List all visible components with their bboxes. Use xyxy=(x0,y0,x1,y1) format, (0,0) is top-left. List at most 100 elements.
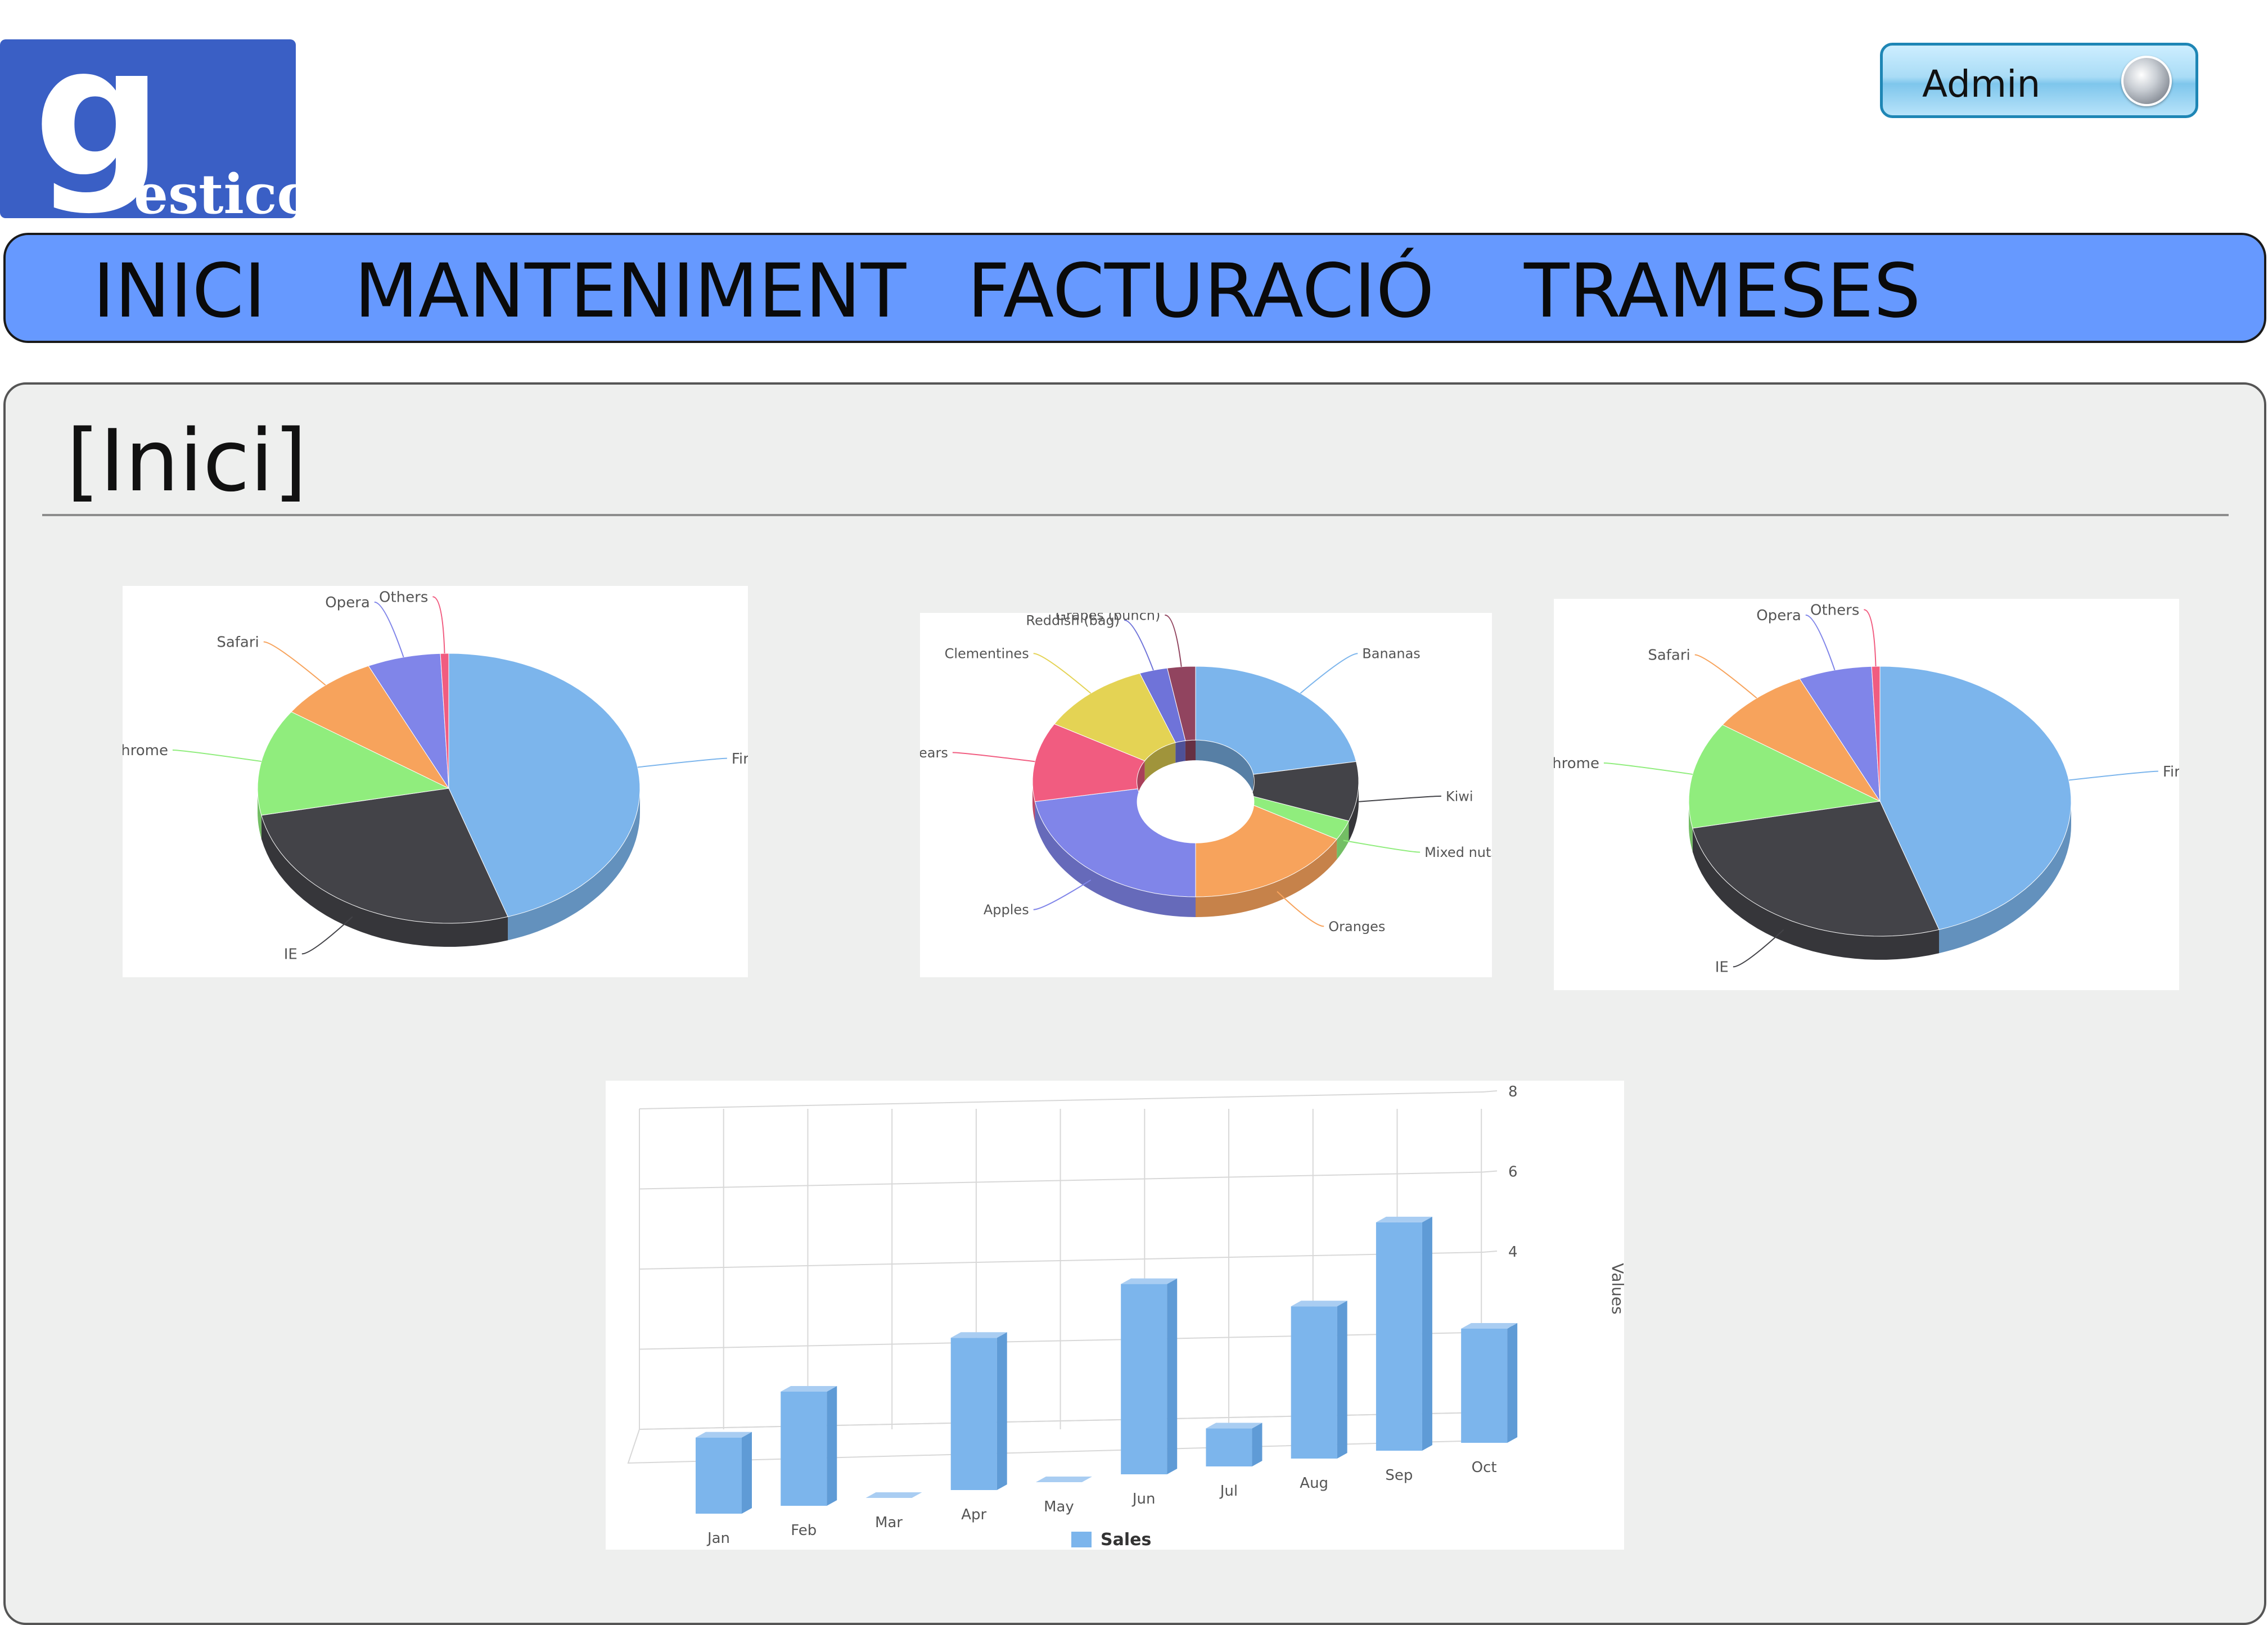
bar-jan[interactable] xyxy=(696,1432,752,1514)
donut-inner-wall-grapes-bunch xyxy=(1185,740,1196,761)
floor-outline xyxy=(627,1411,1484,1464)
bar-jul[interactable] xyxy=(1206,1423,1262,1466)
bar-side xyxy=(1252,1423,1262,1466)
pie-label-kiwi: Kiwi xyxy=(1446,788,1473,804)
x-tick-label: Jan xyxy=(706,1530,730,1547)
pie-connector-firefox xyxy=(2068,770,2158,781)
bar-side xyxy=(1507,1322,1518,1443)
browser-pie-chart-2: Firefox IE Chrome Safari Opera Others xyxy=(1554,599,2179,990)
bar-mar[interactable] xyxy=(865,1492,922,1498)
app-logo[interactable]: g esticc xyxy=(0,39,296,218)
bar-side xyxy=(1422,1216,1432,1451)
x-tick-label: Mar xyxy=(875,1514,903,1531)
bar-front xyxy=(950,1338,997,1490)
x-tick-label: Sep xyxy=(1385,1467,1413,1484)
bar-feb[interactable] xyxy=(781,1385,837,1506)
browser-pie-chart-1-svg: Firefox IE Chrome Safari Opera Others xyxy=(123,589,748,963)
pie-label-apples: Apples xyxy=(984,902,1029,918)
donut-inner-wall-reddish-bag xyxy=(1175,741,1185,763)
pie-connector-others xyxy=(1864,609,1877,667)
nav-item-trameses[interactable]: TRAMESES xyxy=(1524,250,1921,332)
bar-front xyxy=(696,1437,742,1514)
y-tick-mark xyxy=(1482,1251,1498,1253)
pie-connector-safari xyxy=(263,641,326,686)
sales-bar-chart: 02468JanFebMarAprMayJunJulAugSepOctValue… xyxy=(606,1081,1624,1550)
bar-side xyxy=(1337,1301,1347,1459)
pie-label-firefox: Firefox xyxy=(732,751,748,768)
pie-connector-opera xyxy=(374,601,404,658)
x-tick-label: Oct xyxy=(1472,1459,1497,1476)
pie-connector-others xyxy=(432,596,445,654)
logo-wordmark: esticc xyxy=(134,162,296,219)
admin-user-button[interactable]: Admin xyxy=(1880,43,2198,118)
pie-label-mixed-nuts: Mixed nuts xyxy=(1424,845,1492,860)
bar-top xyxy=(1035,1477,1092,1482)
fruit-donut-chart-svg: Bananas Kiwi Mixed nuts Oranges Apples Pears C… xyxy=(920,613,1492,935)
bar-sep[interactable] xyxy=(1376,1216,1432,1451)
nav-item-manteniment[interactable]: MANTENIMENT xyxy=(354,250,906,332)
toggle-knob-icon xyxy=(2121,56,2172,106)
pie-connector-safari xyxy=(1694,654,1757,699)
nav-item-facturacio[interactable]: FACTURACIÓ xyxy=(967,250,1435,332)
main-nav-bar: INICI MANTENIMENT FACTURACIÓ TRAMESES xyxy=(3,233,2266,343)
bar-aug[interactable] xyxy=(1291,1301,1347,1459)
x-tick-label: Feb xyxy=(791,1522,817,1539)
pie-label-pears: Pears xyxy=(920,745,948,761)
pie-label-oranges: Oranges xyxy=(1328,919,1385,935)
bar-may[interactable] xyxy=(1035,1477,1092,1482)
y-tick-label: 4 xyxy=(1508,1244,1518,1261)
legend-item-sales[interactable]: Sales xyxy=(1071,1530,1151,1550)
sales-bar-chart-svg: 02468JanFebMarAprMayJunJulAugSepOctValue… xyxy=(627,1084,1624,1550)
pie-label-ie: IE xyxy=(1715,959,1729,976)
pie-label-opera: Opera xyxy=(325,594,370,611)
page-title: [Inici] xyxy=(66,411,307,511)
pie-connector-opera xyxy=(1805,614,1836,671)
pie-label-ie: IE xyxy=(284,946,297,963)
pie-label-opera: Opera xyxy=(1756,607,1801,624)
admin-label: Admin xyxy=(1922,62,2041,106)
bar-jun[interactable] xyxy=(1121,1278,1178,1474)
bar-oct[interactable] xyxy=(1461,1322,1518,1443)
pie-connector-firefox xyxy=(637,757,727,768)
pie-label-chrome: Chrome xyxy=(123,742,168,759)
x-tick-label: May xyxy=(1044,1498,1074,1515)
title-divider xyxy=(42,514,2229,516)
grid-line xyxy=(639,1331,1484,1350)
pie-label-firefox: Firefox xyxy=(2163,764,2179,780)
pie-connector-chrome xyxy=(172,749,261,762)
bar-top xyxy=(865,1492,922,1498)
pie-label-bananas: Bananas xyxy=(1362,646,1421,662)
grid-line xyxy=(639,1171,1484,1190)
y-axis-title: Values xyxy=(1608,1263,1624,1314)
bar-apr[interactable] xyxy=(950,1332,1007,1490)
browser-pie-chart-1: Firefox IE Chrome Safari Opera Others xyxy=(123,586,748,977)
x-tick-label: Apr xyxy=(961,1506,986,1523)
bar-front xyxy=(781,1391,827,1506)
pie-connector-grapes-bunch xyxy=(1165,614,1182,667)
pie-label-clementines: Clementines xyxy=(945,646,1029,662)
x-tick-label: Jul xyxy=(1219,1483,1238,1500)
nav-item-inici[interactable]: INICI xyxy=(93,250,266,332)
fruit-donut-chart: Bananas Kiwi Mixed nuts Oranges Apples Pears C… xyxy=(920,613,1492,977)
bar-front xyxy=(1461,1328,1508,1443)
y-tick-mark xyxy=(1482,1170,1498,1173)
y-tick-label: 6 xyxy=(1508,1164,1518,1181)
pie-label-others: Others xyxy=(1810,602,1859,619)
bar-side xyxy=(1167,1278,1178,1474)
grid-line xyxy=(639,1091,1484,1109)
bar-front xyxy=(1206,1428,1252,1466)
pie-label-others: Others xyxy=(379,589,428,606)
pie-connector-bananas xyxy=(1300,653,1358,694)
bar-side xyxy=(742,1432,752,1514)
pie-label-safari: Safari xyxy=(1648,647,1690,664)
pie-connector-kiwi xyxy=(1358,795,1441,802)
pie-connector-reddish-bag xyxy=(1124,619,1154,671)
browser-pie-chart-2-svg: Firefox IE Chrome Safari Opera Others xyxy=(1554,602,2179,976)
pie-label-grapes-bunch: Grapes (bunch) xyxy=(1056,613,1160,623)
legend-swatch xyxy=(1071,1532,1092,1547)
bar-grid xyxy=(627,1090,1498,1464)
pie-connector-pears xyxy=(952,752,1035,762)
bar-front xyxy=(1291,1306,1337,1459)
bar-front xyxy=(1376,1222,1422,1451)
pie-connector-mixed-nuts xyxy=(1343,839,1421,853)
